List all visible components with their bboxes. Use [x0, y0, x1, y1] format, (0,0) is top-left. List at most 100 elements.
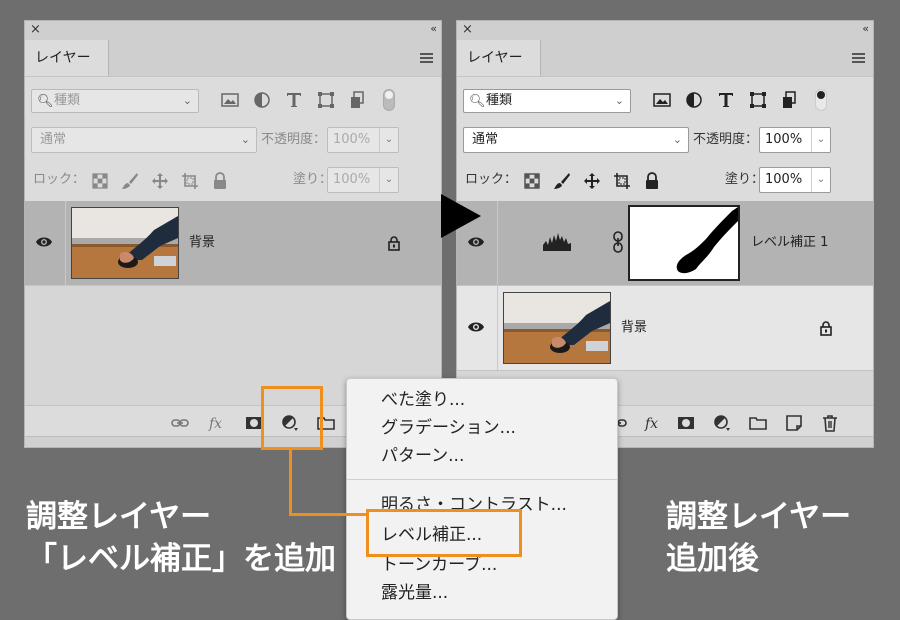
filter-row: 🔍︎ 種類 ⌄ — [463, 89, 867, 115]
opacity-input[interactable]: 100% ⌄ — [327, 127, 399, 153]
tab-layers[interactable]: レイヤー — [25, 40, 109, 76]
caption-left-line1: 調整レイヤー — [26, 499, 212, 535]
panel-tabbar: レイヤー — [25, 40, 441, 77]
type-filter-icon[interactable] — [717, 91, 735, 109]
caption-right-line1: 調整レイヤー — [666, 499, 852, 535]
divider — [497, 201, 498, 285]
fill-input[interactable]: 100% ⌄ — [327, 167, 399, 193]
layer-name[interactable]: 背景 — [621, 320, 647, 336]
blend-mode-value: 通常 — [472, 132, 499, 147]
eye-icon[interactable] — [467, 320, 485, 334]
highlight-adjustment-button — [261, 386, 323, 450]
opacity-value: 100% — [765, 132, 803, 147]
adjustment-layer-icon[interactable] — [713, 414, 731, 432]
adjustment-filter-icon[interactable] — [685, 91, 703, 109]
lock-row: ロック： 塗り： 100% ⌄ — [463, 167, 867, 194]
opacity-value: 100% — [333, 132, 371, 147]
lock-icon — [820, 321, 832, 336]
menu-separator — [347, 479, 617, 480]
layer-row-background[interactable]: 背景 — [457, 286, 873, 371]
brush-icon[interactable] — [121, 172, 139, 190]
lock-transparent-icon[interactable] — [523, 172, 541, 190]
adjustment-filter-icon[interactable] — [253, 91, 271, 109]
panel-menu-icon[interactable] — [420, 53, 433, 63]
menu-item-solid-color[interactable]: べた塗り... — [381, 389, 465, 411]
brush-icon[interactable] — [553, 172, 571, 190]
filter-kind-select[interactable]: 🔍︎ 種類 ⌄ — [463, 89, 631, 113]
panel-titlebar: × ‹‹ — [25, 21, 441, 41]
shape-filter-icon[interactable] — [749, 91, 767, 109]
collapse-icon[interactable]: ‹‹ — [862, 22, 869, 35]
new-layer-icon[interactable] — [785, 414, 803, 432]
caption-right-line2: 追加後 — [666, 541, 759, 577]
move-icon[interactable] — [583, 172, 601, 190]
chevron-down-icon[interactable]: ⌄ — [811, 168, 830, 192]
link-layers-icon[interactable] — [171, 414, 189, 432]
lock-all-icon[interactable] — [211, 172, 229, 190]
blend-mode-value: 通常 — [40, 132, 67, 147]
filter-kind-label: 種類 — [486, 93, 513, 108]
filter-row: 🔍︎ 種類 ⌄ — [31, 89, 435, 115]
filter-kind-label: 種類 — [54, 93, 81, 108]
blend-mode-select[interactable]: 通常 ⌄ — [463, 127, 689, 153]
lock-row: ロック： 塗り： 100% ⌄ — [31, 167, 435, 194]
layer-row-levels[interactable]: レベル補正 1 — [457, 201, 873, 286]
layer-mask-thumbnail[interactable] — [628, 205, 740, 281]
chevron-down-icon[interactable]: ⌄ — [379, 128, 398, 152]
svg-text:fx: fx — [208, 416, 222, 432]
move-icon[interactable] — [151, 172, 169, 190]
add-mask-icon[interactable] — [677, 414, 695, 432]
lock-transparent-icon[interactable] — [91, 172, 109, 190]
type-filter-icon[interactable] — [285, 91, 303, 109]
panel-titlebar: × ‹‹ — [457, 21, 873, 41]
filter-toggle[interactable] — [815, 89, 827, 111]
eye-icon[interactable] — [35, 235, 53, 249]
collapse-icon[interactable]: ‹‹ — [430, 22, 437, 35]
layer-name[interactable]: レベル補正 1 — [751, 235, 828, 251]
trash-icon[interactable] — [821, 414, 839, 432]
pixel-filter-icon[interactable] — [653, 91, 671, 109]
opacity-label: 不透明度： — [261, 132, 327, 147]
filter-kind-select[interactable]: 🔍︎ 種類 ⌄ — [31, 89, 199, 113]
layer-name[interactable]: 背景 — [189, 235, 215, 251]
svg-text:fx: fx — [644, 416, 658, 432]
highlight-levels-item — [366, 509, 522, 557]
opacity-input[interactable]: 100% ⌄ — [759, 127, 831, 153]
menu-item-pattern[interactable]: パターン... — [381, 445, 464, 467]
crop-icon[interactable] — [613, 172, 631, 190]
tab-layers[interactable]: レイヤー — [457, 40, 541, 76]
fill-input[interactable]: 100% ⌄ — [759, 167, 831, 193]
smart-object-filter-icon[interactable] — [349, 91, 367, 109]
chain-link-icon[interactable] — [612, 231, 624, 253]
lock-label: ロック： — [465, 172, 518, 187]
layer-row-background[interactable]: 背景 — [25, 201, 441, 286]
menu-item-gradient[interactable]: グラデーション... — [381, 417, 516, 439]
blend-mode-select[interactable]: 通常 ⌄ — [31, 127, 257, 153]
panel-menu-icon[interactable] — [852, 53, 865, 63]
folder-icon[interactable] — [749, 414, 767, 432]
smart-object-filter-icon[interactable] — [781, 91, 799, 109]
close-icon[interactable]: × — [30, 22, 41, 37]
fill-value: 100% — [765, 172, 803, 187]
fx-icon[interactable]: fx — [643, 414, 661, 432]
close-icon[interactable]: × — [462, 22, 473, 37]
divider — [65, 201, 66, 285]
chevron-down-icon: ⌄ — [240, 133, 250, 146]
adjustment-dropdown-menu: べた塗り... グラデーション... パターン... 明るさ・コントラスト...… — [346, 378, 618, 620]
fill-value: 100% — [333, 172, 371, 187]
photo-thumbnail-image — [72, 208, 178, 278]
opacity-label: 不透明度： — [693, 132, 759, 147]
shape-filter-icon[interactable] — [317, 91, 335, 109]
pixel-filter-icon[interactable] — [221, 91, 239, 109]
chevron-down-icon: ⌄ — [182, 94, 192, 107]
menu-item-curves[interactable]: トーンカーブ... — [381, 554, 497, 576]
layers-list: レベル補正 1 背景 — [457, 201, 873, 405]
chevron-down-icon[interactable]: ⌄ — [811, 128, 830, 152]
filter-toggle[interactable] — [383, 89, 395, 111]
blend-row: 通常 ⌄ 不透明度： 100% ⌄ — [463, 127, 867, 153]
menu-item-exposure[interactable]: 露光量... — [381, 582, 448, 604]
crop-icon[interactable] — [181, 172, 199, 190]
lock-all-icon[interactable] — [643, 172, 661, 190]
fx-icon[interactable]: fx — [207, 414, 225, 432]
chevron-down-icon[interactable]: ⌄ — [379, 168, 398, 192]
